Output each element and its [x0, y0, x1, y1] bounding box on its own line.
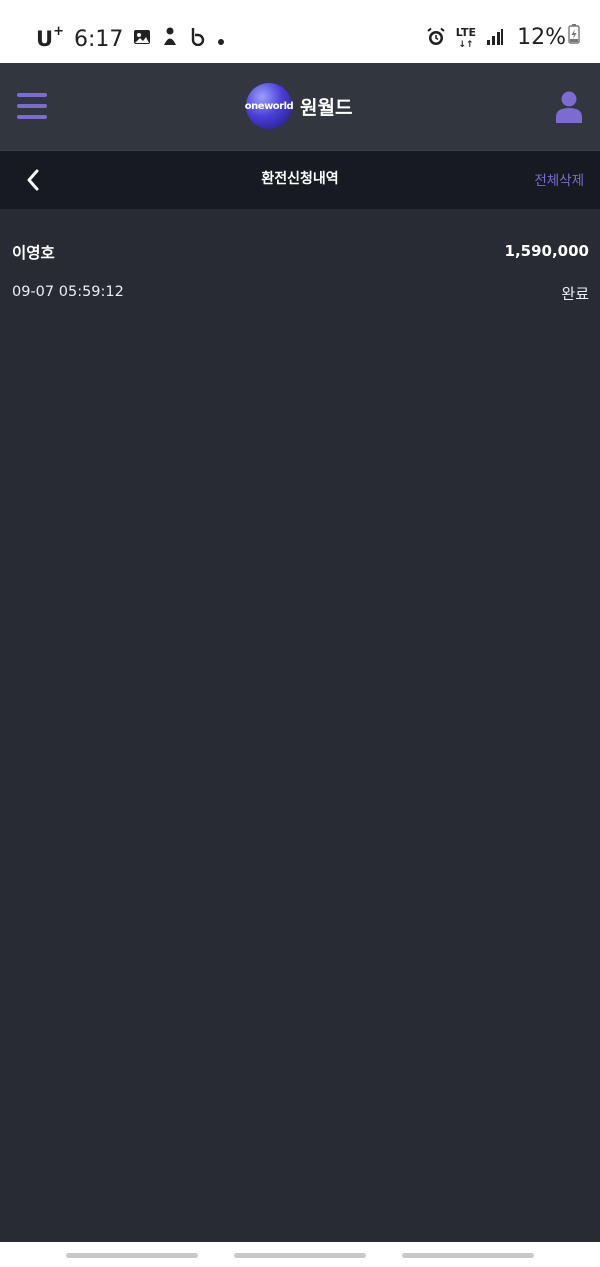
status-bar: U+ 6:17 LTE ↓↑ 12% [0, 0, 600, 63]
logo-badge-text: oneworld [244, 100, 294, 112]
record-amount: 1,590,000 [504, 242, 589, 260]
gallery-icon [133, 27, 151, 52]
sub-header: 환전신청내역 전체삭제 [0, 151, 600, 209]
carrier-label: U+ [36, 24, 64, 51]
signal-icon [486, 28, 504, 50]
nav-back-button[interactable] [402, 1253, 534, 1258]
alarm-icon [426, 27, 446, 51]
record-datetime: 09-07 05:59:12 [12, 284, 124, 300]
battery-indicator: 12% [517, 24, 580, 50]
hamburger-menu-icon[interactable] [17, 93, 47, 119]
nav-recents-button[interactable] [66, 1253, 198, 1258]
page-title: 환전신청내역 [261, 171, 339, 187]
nav-home-button[interactable] [234, 1253, 366, 1258]
status-time: 6:17 [73, 26, 124, 52]
system-nav-bar [0, 1242, 600, 1267]
delete-all-button[interactable]: 전체삭제 [534, 169, 584, 189]
b-app-icon [189, 26, 207, 52]
app-logo[interactable]: oneworld 원월드 [244, 82, 353, 130]
app-notification-icon [161, 26, 179, 52]
network-type-label: LTE [455, 26, 476, 39]
record-status: 완료 [561, 285, 589, 303]
battery-percent: 12% [517, 24, 566, 50]
status-left: U+ 6:17 [36, 22, 225, 56]
record-name: 이영호 [12, 244, 55, 262]
lte-icon: LTE ↓↑ [455, 26, 476, 50]
battery-charging-icon [568, 24, 580, 50]
logo-globe: oneworld [244, 83, 294, 129]
app-header: oneworld 원월드 [0, 63, 600, 151]
more-notifications-dot-icon [217, 27, 225, 52]
status-right: LTE ↓↑ [426, 22, 504, 56]
user-icon[interactable] [556, 91, 582, 123]
logo-text: 원월드 [300, 96, 353, 119]
